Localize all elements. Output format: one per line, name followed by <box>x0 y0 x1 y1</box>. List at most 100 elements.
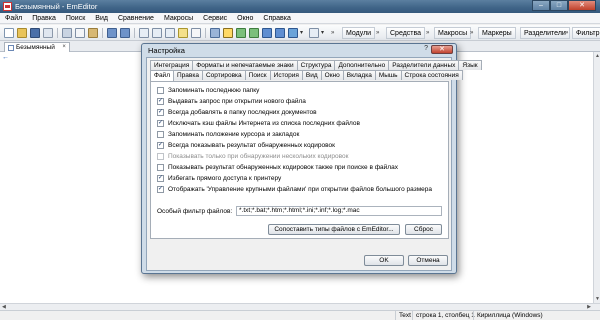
view-green-icon[interactable] <box>236 28 246 38</box>
reset-button[interactable]: Сброс <box>405 224 442 235</box>
cut-icon[interactable] <box>62 28 72 38</box>
open-folder-icon[interactable] <box>17 28 27 38</box>
document-tab[interactable]: Безымянный × <box>4 42 70 52</box>
tab-history[interactable]: История <box>269 70 303 80</box>
option-label: Показывать только при обнаружении нескол… <box>168 153 349 160</box>
option-show-detected-encodings[interactable]: ✓ Всегда показывать результат обнаруженн… <box>157 141 335 150</box>
separators-toolbar-button[interactable]: Разделители <box>520 27 570 39</box>
option-prompt-new-file[interactable]: ✓ Выдавать запрос при открытии нового фа… <box>157 97 306 106</box>
checkbox[interactable]: ✓ <box>157 109 164 116</box>
markers-view-icon[interactable] <box>262 28 272 38</box>
menu-search[interactable]: Поиск <box>61 13 90 23</box>
menu-edit[interactable]: Правка <box>27 13 61 23</box>
tab-mouse[interactable]: Мышь <box>374 70 402 80</box>
save-icon[interactable] <box>30 28 40 38</box>
option-label: Запоминать последнюю папку <box>168 87 260 94</box>
menu-macros[interactable]: Макросы <box>159 13 198 23</box>
option-avoid-direct-printer[interactable]: ✓ Избегать прямого доступа к принтеру <box>157 174 281 183</box>
outline-icon[interactable] <box>275 28 285 38</box>
menu-tools[interactable]: Сервис <box>198 13 232 23</box>
close-tab-icon[interactable]: × <box>62 43 66 52</box>
status-encoding[interactable]: Кириллица (Windows) <box>473 311 546 320</box>
option-remember-last-folder[interactable]: Запоминать последнюю папку <box>157 86 259 95</box>
tab-window[interactable]: Окно <box>320 70 344 80</box>
tab-search[interactable]: Поиск <box>244 70 271 80</box>
checkbox[interactable]: ✓ <box>157 98 164 105</box>
new-file-icon[interactable] <box>4 28 14 38</box>
checkbox[interactable]: ✓ <box>157 186 164 193</box>
find-next-icon[interactable] <box>152 28 162 38</box>
tab-file[interactable]: Файл <box>150 70 174 81</box>
menu-view[interactable]: Вид <box>90 13 113 23</box>
tab-view[interactable]: Вид <box>301 70 322 80</box>
checkbox[interactable] <box>157 164 164 171</box>
tab-structure[interactable]: Структура <box>296 60 336 70</box>
redo-icon[interactable] <box>120 28 130 38</box>
toolbar-overflow-icon[interactable]: » <box>426 27 429 39</box>
menu-bar: Файл Правка Поиск Вид Сравнение Макросы … <box>0 13 600 24</box>
custom-filter-input[interactable]: *.txt;*.bat;*.htm;*.html;*.ini;*.inf;*.l… <box>236 206 442 216</box>
option-remember-cursor[interactable]: Запоминать положение курсора и закладок <box>157 130 299 139</box>
tab-formats[interactable]: Форматы и непечатаемые знаки <box>192 60 298 70</box>
scroll-down-icon[interactable]: ▼ <box>595 296 600 302</box>
highlight-icon[interactable] <box>178 28 188 38</box>
markers-toolbar-button[interactable]: Маркеры <box>478 27 516 39</box>
tab-edit[interactable]: Правка <box>172 70 203 80</box>
option-add-recent-docs[interactable]: ✓ Всегда добавлять в папку последних док… <box>157 108 317 117</box>
checkbox[interactable]: ✓ <box>157 142 164 149</box>
menu-file[interactable]: Файл <box>0 13 27 23</box>
replace-icon[interactable] <box>165 28 175 38</box>
minimize-button[interactable]: – <box>532 0 550 11</box>
menu-window[interactable]: Окно <box>232 13 258 23</box>
toolbar-overflow-icon[interactable]: » <box>376 27 379 39</box>
toolbar-overflow-icon[interactable]: » <box>331 27 334 39</box>
find-in-files-icon[interactable] <box>191 28 201 38</box>
checkbox[interactable] <box>157 87 164 94</box>
toolbar-overflow-icon[interactable]: » <box>565 27 568 39</box>
paste-icon[interactable] <box>88 28 98 38</box>
tab-status-bar[interactable]: Строка состояния <box>400 70 463 80</box>
close-button[interactable]: ✕ <box>568 0 596 11</box>
menu-compare[interactable]: Сравнение <box>113 13 159 23</box>
checkbox[interactable]: ✓ <box>157 175 164 182</box>
checkbox[interactable]: ✓ <box>157 120 164 127</box>
cancel-button[interactable]: Отмена <box>408 255 448 266</box>
checkbox[interactable] <box>157 131 164 138</box>
find-icon[interactable] <box>139 28 149 38</box>
tab-language[interactable]: Язык <box>458 60 482 70</box>
horizontal-scrollbar[interactable]: ◀ ▶ <box>0 303 600 310</box>
print-icon[interactable] <box>43 28 53 38</box>
chevron-down-icon[interactable]: ▾ <box>300 27 303 39</box>
split-view-icon[interactable] <box>249 28 259 38</box>
maximize-button[interactable]: □ <box>550 0 568 11</box>
option-exclude-internet-cache[interactable]: ✓ Исключать кэш файлы Интернета из списк… <box>157 119 360 128</box>
active-view-icon[interactable] <box>223 28 233 38</box>
macros-toolbar-button[interactable]: Макросы <box>434 27 472 39</box>
plugins-toolbar-button[interactable]: Модули <box>342 27 376 39</box>
vertical-scrollbar[interactable]: ▲ ▼ <box>593 52 600 303</box>
chevron-down-icon[interactable]: ▾ <box>321 27 324 39</box>
toolbar-overflow-icon[interactable]: » <box>470 27 473 39</box>
dialog-close-button[interactable]: ✕ <box>431 45 453 54</box>
tab-integration[interactable]: Интеграция <box>150 60 194 70</box>
undo-icon[interactable] <box>107 28 117 38</box>
settings-icon[interactable] <box>309 28 319 38</box>
scroll-up-icon[interactable]: ▲ <box>595 53 600 59</box>
tools-toolbar-button[interactable]: Средства <box>386 27 426 39</box>
help-icon[interactable]: ? <box>424 45 428 52</box>
wrap-icon[interactable] <box>210 28 220 38</box>
tab-tab[interactable]: Вкладка <box>342 70 376 80</box>
option-large-file-controller[interactable]: ✓ Отображать 'Управление крупными файлам… <box>157 185 432 194</box>
tab-sort[interactable]: Сортировка <box>201 70 246 80</box>
copy-icon[interactable] <box>75 28 85 38</box>
tab-advanced[interactable]: Дополнительно <box>334 60 390 70</box>
tab-data-separators[interactable]: Разделители данных <box>388 60 460 70</box>
option-label: Отображать 'Управление крупными файлами'… <box>168 186 433 193</box>
customize-icon[interactable] <box>288 28 298 38</box>
menu-help[interactable]: Справка <box>258 13 295 23</box>
status-position: строка 1, столбец 1 <box>412 311 478 320</box>
filter-toolbar-button[interactable]: Фильтр <box>572 27 600 39</box>
ok-button[interactable]: OK <box>364 255 404 266</box>
associate-file-types-button[interactable]: Сопоставить типы файлов с EmEditor... <box>268 224 400 235</box>
option-show-encodings-find-in-files[interactable]: Показывать результат обнаруженных кодиро… <box>157 163 398 172</box>
